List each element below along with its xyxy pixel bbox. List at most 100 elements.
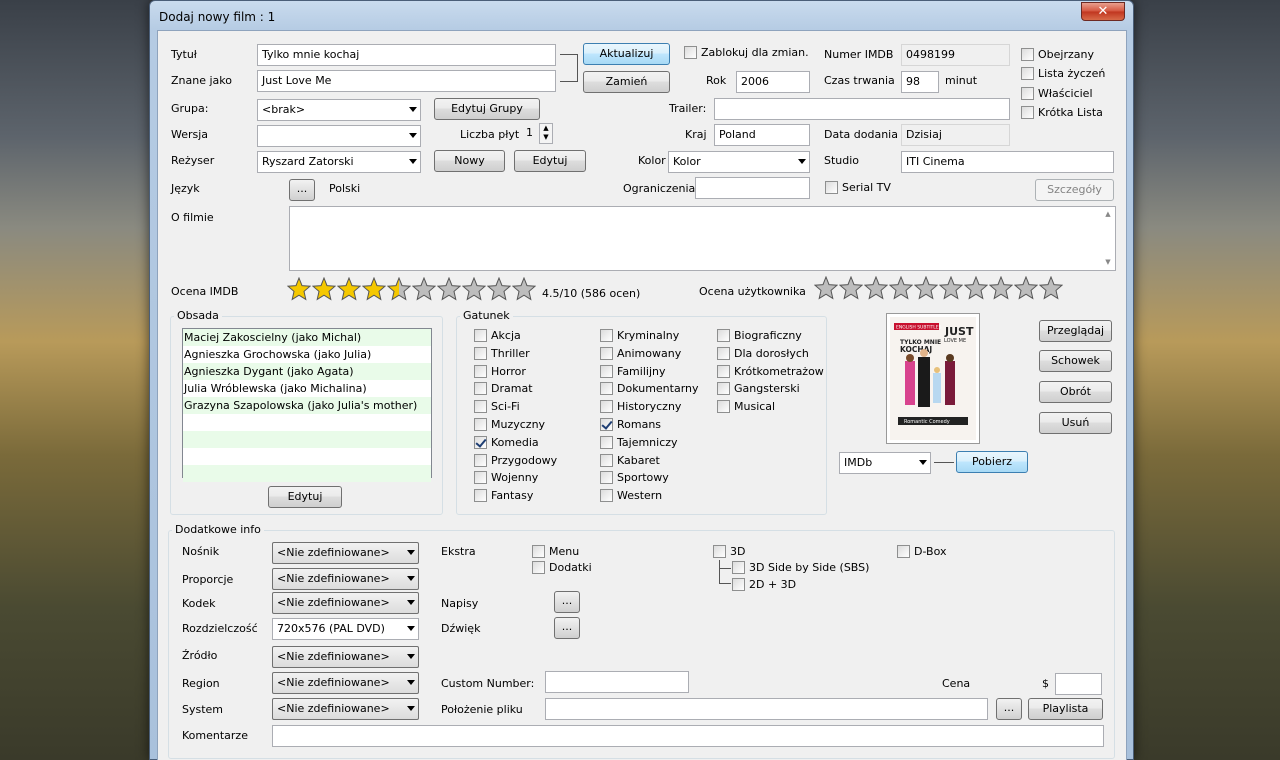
user-star-icon[interactable]: [839, 276, 863, 300]
cast-list-item[interactable]: Agnieszka Dygant (jako Agata): [183, 363, 431, 380]
edit-cast-button[interactable]: Edytuj: [268, 486, 342, 508]
cast-list-item[interactable]: Agnieszka Grochowska (jako Julia): [183, 346, 431, 363]
studio-field[interactable]: ITI Cinema: [901, 151, 1114, 173]
fetch-cover-button[interactable]: Pobierz: [956, 451, 1028, 473]
discs-spinner[interactable]: ▲ ▼: [539, 123, 553, 144]
about-textarea[interactable]: [289, 206, 1116, 271]
language-picker-button[interactable]: ...: [289, 179, 315, 201]
genre-checkbox-muzyczny[interactable]: Muzyczny: [474, 418, 545, 432]
restrictions-field[interactable]: [695, 177, 810, 199]
year-field[interactable]: 2006: [736, 71, 810, 93]
codec-dropdown[interactable]: <Nie zdefiniowane>: [272, 592, 419, 614]
genre-checkbox-gangsterski[interactable]: Gangsterski: [717, 382, 800, 396]
genre-checkbox-tajemniczy[interactable]: Tajemniczy: [600, 435, 678, 450]
cast-list-item[interactable]: Julia Wróblewska (jako Michalina): [183, 380, 431, 397]
subtitles-picker-button[interactable]: ...: [554, 591, 580, 613]
added-field[interactable]: Dzisiaj: [901, 124, 1010, 146]
user-star-icon[interactable]: [989, 276, 1013, 300]
close-button[interactable]: ✕: [1081, 2, 1125, 21]
cast-list-item[interactable]: [183, 465, 431, 482]
user-star-icon[interactable]: [914, 276, 938, 300]
genre-checkbox-komedia[interactable]: Komedia: [474, 435, 539, 450]
comments-field[interactable]: [272, 725, 1104, 747]
wishlist-checkbox[interactable]: Lista życzeń: [1021, 67, 1105, 81]
cover-source-dropdown[interactable]: IMDb: [839, 452, 931, 474]
lock-checkbox[interactable]: Zablokuj dla zmian.: [684, 46, 809, 60]
sound-picker-button[interactable]: ...: [554, 617, 580, 639]
addons-checkbox[interactable]: Dodatki: [532, 561, 592, 575]
edit-director-button[interactable]: Edytuj: [514, 150, 586, 172]
update-button[interactable]: Aktualizuj: [583, 43, 670, 65]
genre-checkbox-romans[interactable]: Romans: [600, 418, 661, 432]
genre-checkbox-historyczny[interactable]: Historyczny: [600, 400, 681, 414]
imdb-number-field[interactable]: 0498199: [901, 44, 1010, 66]
about-scrollbar[interactable]: ▲ ▼: [1101, 207, 1115, 270]
discs-field[interactable]: 1: [522, 123, 540, 143]
user-star-icon[interactable]: [889, 276, 913, 300]
genre-checkbox-kabaret[interactable]: Kabaret: [600, 453, 660, 468]
genre-checkbox-thriller[interactable]: Thriller: [474, 346, 530, 361]
genre-checkbox-sportowy[interactable]: Sportowy: [600, 471, 669, 485]
region-dropdown[interactable]: <Nie zdefiniowane>: [272, 672, 419, 694]
2d-3d-checkbox[interactable]: 2D + 3D: [732, 578, 796, 592]
browse-cover-button[interactable]: Przeglądaj: [1039, 320, 1112, 342]
genre-checkbox-animowany[interactable]: Animowany: [600, 346, 681, 361]
version-dropdown[interactable]: [257, 125, 421, 147]
genre-checkbox-akcja[interactable]: Akcja: [474, 329, 521, 343]
genre-checkbox-dramat[interactable]: Dramat: [474, 382, 533, 396]
country-field[interactable]: Poland: [714, 124, 810, 146]
owner-checkbox[interactable]: Właściciel: [1021, 87, 1093, 101]
medium-dropdown[interactable]: <Nie zdefiniowane>: [272, 542, 419, 564]
menu-checkbox[interactable]: Menu: [532, 545, 579, 559]
playlist-button[interactable]: Playlista: [1028, 698, 1103, 720]
cast-list-item[interactable]: [183, 448, 431, 465]
genre-checkbox-dokumentarny[interactable]: Dokumentarny: [600, 382, 699, 396]
user-star-icon[interactable]: [939, 276, 963, 300]
genre-checkbox-wojenny[interactable]: Wojenny: [474, 471, 538, 485]
aspect-dropdown[interactable]: <Nie zdefiniowane>: [272, 568, 419, 590]
cast-list-item[interactable]: [183, 431, 431, 448]
user-star-icon[interactable]: [1039, 276, 1063, 300]
edit-groups-button[interactable]: Edytuj Grupy: [434, 98, 540, 120]
color-dropdown[interactable]: Kolor: [668, 151, 810, 173]
delete-cover-button[interactable]: Usuń: [1039, 412, 1112, 434]
genre-checkbox-familijny[interactable]: Familijny: [600, 364, 665, 379]
system-dropdown[interactable]: <Nie zdefiniowane>: [272, 698, 419, 720]
3d-checkbox[interactable]: 3D: [713, 545, 745, 559]
swap-button[interactable]: Zamień: [583, 71, 670, 93]
shortlist-checkbox[interactable]: Krótka Lista: [1021, 106, 1103, 120]
cast-list-item[interactable]: Maciej Zakoscielny (jako Michal): [183, 329, 431, 346]
genre-checkbox-fantasy[interactable]: Fantasy: [474, 489, 533, 503]
user-star-icon[interactable]: [1014, 276, 1038, 300]
genre-checkbox-kryminalny[interactable]: Kryminalny: [600, 329, 679, 343]
watched-checkbox[interactable]: Obejrzany: [1021, 48, 1094, 62]
director-dropdown[interactable]: Ryszard Zatorski: [257, 151, 421, 173]
user-star-icon[interactable]: [964, 276, 988, 300]
details-button[interactable]: Szczegóły: [1035, 179, 1114, 201]
genre-checkbox-biograficzny[interactable]: Biograficzny: [717, 329, 802, 343]
alias-field[interactable]: Just Love Me: [257, 70, 556, 92]
cast-list[interactable]: Maciej Zakoscielny (jako Michal) Agnieszk…: [182, 328, 432, 482]
genre-checkbox-horror[interactable]: Horror: [474, 364, 526, 379]
trailer-field[interactable]: [714, 98, 1010, 120]
cast-list-item[interactable]: Grazyna Szapolowska (jako Julia's mother…: [183, 397, 431, 414]
user-star-icon[interactable]: [814, 276, 838, 300]
cast-list-item[interactable]: [183, 414, 431, 431]
source-dropdown[interactable]: <Nie zdefiniowane>: [272, 646, 419, 668]
genre-checkbox-kr-tkometra-ow[interactable]: Krótkometrażow: [717, 364, 824, 379]
title-field[interactable]: Tylko mnie kochaj: [257, 44, 556, 66]
runtime-field[interactable]: 98: [901, 71, 939, 93]
price-field[interactable]: [1055, 673, 1102, 695]
3d-sbs-checkbox[interactable]: 3D Side by Side (SBS): [732, 561, 869, 575]
genre-checkbox-musical[interactable]: Musical: [717, 400, 775, 414]
dbox-checkbox[interactable]: D-Box: [897, 545, 947, 559]
new-director-button[interactable]: Nowy: [434, 150, 505, 172]
cover-image[interactable]: ENGLISH SUBTITLES JUST LOVE ME TYLKO MNI…: [886, 313, 980, 444]
genre-checkbox-sci-fi[interactable]: Sci-Fi: [474, 400, 520, 414]
filepath-browse-button[interactable]: ...: [996, 698, 1022, 720]
genre-checkbox-dla-doros-ych[interactable]: Dla dorosłych: [717, 346, 809, 361]
custom-number-field[interactable]: [545, 671, 689, 693]
genre-checkbox-western[interactable]: Western: [600, 489, 662, 503]
clipboard-cover-button[interactable]: Schowek: [1039, 350, 1112, 372]
group-dropdown[interactable]: <brak>: [257, 99, 421, 121]
